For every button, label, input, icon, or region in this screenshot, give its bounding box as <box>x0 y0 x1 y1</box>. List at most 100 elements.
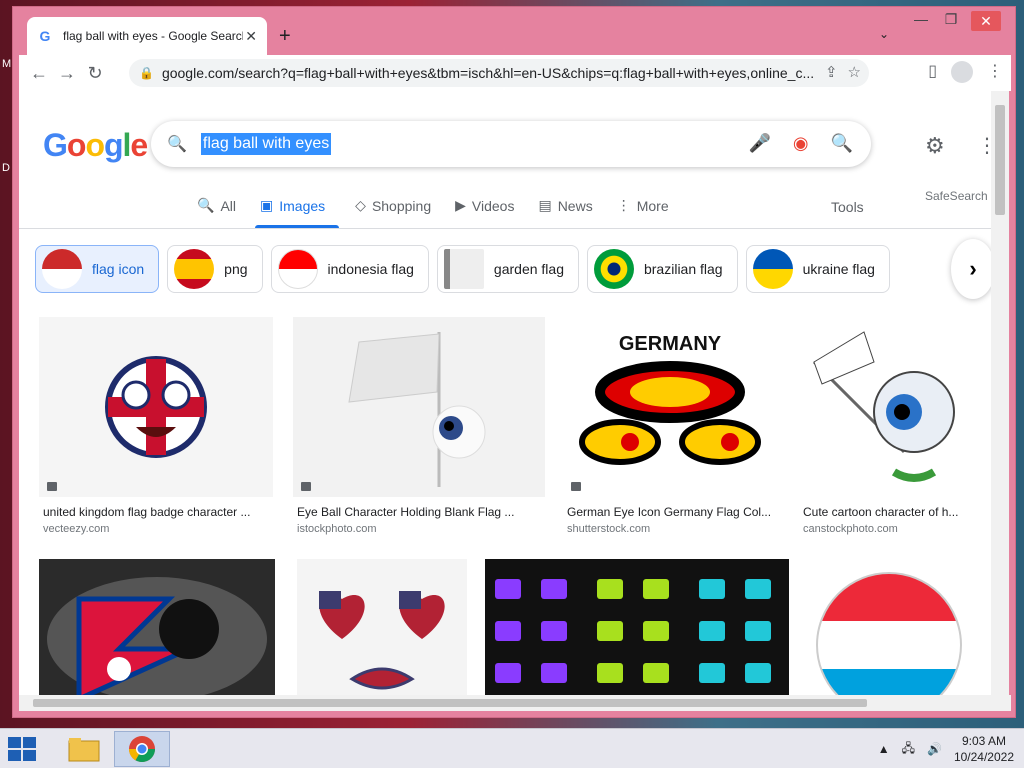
result-source[interactable]: canstockphoto.com <box>803 523 898 535</box>
tab-images[interactable]: ▣ Images <box>260 197 331 214</box>
result-thumbnail <box>809 559 969 695</box>
logo-letter: G <box>43 127 68 163</box>
horizontal-scroll-thumb[interactable] <box>33 699 867 707</box>
network-icon[interactable]: 🖧 <box>902 739 915 760</box>
image-result[interactable] <box>809 559 969 695</box>
tab-strip: G flag ball with eyes - Google Search ✕ … <box>13 7 1015 55</box>
result-thumbnail <box>297 559 467 695</box>
chip-flag-icon[interactable]: flag icon <box>35 245 160 293</box>
chip-thumbnail <box>752 249 793 289</box>
tab-news[interactable]: ▤ News <box>538 197 592 214</box>
image-result[interactable]: Eye Ball Character Holding Blank Flag ..… <box>293 317 545 537</box>
chrome-menu-icon[interactable]: ⋮ <box>987 61 1003 83</box>
result-source[interactable]: shutterstock.com <box>567 523 650 535</box>
image-result[interactable]: Cute cartoon character of h... canstockp… <box>799 317 969 537</box>
video-play-icon: ▶ <box>455 197 466 213</box>
tools-button[interactable]: Tools <box>831 199 864 215</box>
tab-videos[interactable]: ▶ Videos <box>455 197 514 214</box>
chips-next-arrow-icon[interactable]: › <box>951 239 993 299</box>
safesearch-link[interactable]: SafeSearch <box>925 189 988 203</box>
volume-icon[interactable]: 🔊 <box>927 742 942 756</box>
google-images-page: Google 🔍 flag ball with eyes 🎤 ◉ 🔍 ⚙ ⋮⋮ … <box>19 91 993 695</box>
search-box[interactable]: 🔍 flag ball with eyes 🎤 ◉ 🔍 <box>151 121 871 167</box>
search-input[interactable]: flag ball with eyes <box>200 133 332 155</box>
profile-avatar[interactable] <box>951 61 973 83</box>
logo-letter: e <box>130 127 148 163</box>
result-title[interactable]: united kingdom flag badge character ... <box>43 505 269 519</box>
result-title[interactable]: Cute cartoon character of h... <box>803 505 965 519</box>
image-result[interactable]: united kingdom flag badge character ... … <box>39 317 273 537</box>
search-tabs: 🔍 All ▣ Images ◇ Shopping ▶ Videos ▤ News ⋮ Mo… <box>197 197 669 214</box>
chrome-taskbar-icon[interactable] <box>114 731 170 767</box>
cartoon-eye-character-image <box>812 331 955 482</box>
side-panel-icon[interactable]: ▯ <box>928 61 937 83</box>
address-bar[interactable]: 🔒 google.com/search?q=flag+ball+with+eye… <box>129 59 869 87</box>
back-icon[interactable]: ← <box>25 63 53 84</box>
chip-thumbnail <box>42 249 82 289</box>
result-thumbnail <box>799 317 969 497</box>
image-result[interactable]: GERMANY German Eye Icon Germany Flag Col… <box>563 317 777 537</box>
clock[interactable]: 9:03 AM 10/24/2022 <box>954 733 1014 765</box>
nepal-flag-eye-image <box>47 577 267 695</box>
share-icon[interactable]: ⇪ <box>825 59 838 87</box>
result-source[interactable]: istockphoto.com <box>297 523 376 535</box>
chip-garden-flag[interactable]: garden flag <box>436 245 579 293</box>
chip-ukraine-flag[interactable]: ukraine flag <box>745 245 890 293</box>
horizontal-scrollbar[interactable] <box>19 695 1011 711</box>
bookmark-star-icon[interactable]: ☆ <box>848 59 861 87</box>
minimize-button[interactable]: — <box>909 11 933 27</box>
chip-thumbnail <box>593 249 634 289</box>
google-logo[interactable]: Google <box>43 127 148 164</box>
germany-eye-image: GERMANY <box>579 333 761 465</box>
show-hidden-icons-icon[interactable]: ▲ <box>878 742 890 756</box>
lock-icon[interactable]: 🔒 <box>139 66 154 80</box>
file-explorer-icon[interactable] <box>56 731 112 767</box>
flag-tiles-pattern-image <box>495 579 771 683</box>
date: 10/24/2022 <box>953 750 1014 764</box>
tab-close-icon[interactable]: ✕ <box>245 28 257 45</box>
desktop-icon-label-2: D <box>2 162 10 174</box>
settings-gear-icon[interactable]: ⚙ <box>925 133 945 159</box>
vertical-scroll-thumb[interactable] <box>995 105 1005 215</box>
close-window-button[interactable]: ✕ <box>971 11 1001 31</box>
logo-letter: o <box>66 127 87 163</box>
google-favicon-icon: G <box>39 28 51 44</box>
news-icon: ▤ <box>538 197 552 213</box>
microphone-icon[interactable]: 🎤 <box>748 133 770 154</box>
eyeball-flag-image <box>348 332 486 487</box>
image-result[interactable] <box>39 559 275 695</box>
chip-png[interactable]: png <box>167 245 263 293</box>
divider <box>19 228 993 229</box>
maximize-button[interactable]: ❐ <box>939 11 963 28</box>
forward-icon[interactable]: → <box>53 63 81 84</box>
image-badge-icon <box>47 482 57 491</box>
search-submit-icon[interactable]: 🔍 <box>831 133 853 154</box>
logo-letter: g <box>103 127 124 163</box>
related-chips: flag icon png indonesia flag garden flag… <box>35 245 890 293</box>
tab-all[interactable]: 🔍 All <box>197 197 236 214</box>
image-badge-icon <box>301 482 311 491</box>
desktop-icon-label-1: M <box>2 58 12 70</box>
vertical-scrollbar[interactable] <box>991 91 1009 695</box>
tab-shopping[interactable]: ◇ Shopping <box>355 197 431 214</box>
image-result[interactable] <box>485 559 789 695</box>
reload-icon[interactable]: ↻ <box>81 63 109 84</box>
tab-search-icon[interactable]: ⌄ <box>879 27 889 41</box>
result-title[interactable]: Eye Ball Character Holding Blank Flag ..… <box>297 505 537 519</box>
result-thumbnail <box>39 559 275 695</box>
chip-thumbnail <box>277 249 318 289</box>
result-title[interactable]: German Eye Icon Germany Flag Col... <box>567 505 773 519</box>
luxembourg-flag-ball-image <box>816 572 962 695</box>
logo-letter: o <box>85 127 105 163</box>
windows-start-icon[interactable] <box>8 737 36 761</box>
lens-camera-icon[interactable]: ◉ <box>793 133 809 154</box>
browser-tab[interactable]: G flag ball with eyes - Google Search ✕ <box>27 17 267 55</box>
tab-more[interactable]: ⋮ More <box>617 197 669 214</box>
new-tab-button[interactable]: + <box>279 25 291 48</box>
chip-brazilian-flag[interactable]: brazilian flag <box>586 245 738 293</box>
chip-indonesia-flag[interactable]: indonesia flag <box>270 245 429 293</box>
image-result[interactable] <box>297 559 467 695</box>
result-source[interactable]: vecteezy.com <box>43 523 109 535</box>
url-text[interactable]: google.com/search?q=flag+ball+with+eyes&… <box>162 65 832 81</box>
image-badge-icon <box>571 482 581 491</box>
